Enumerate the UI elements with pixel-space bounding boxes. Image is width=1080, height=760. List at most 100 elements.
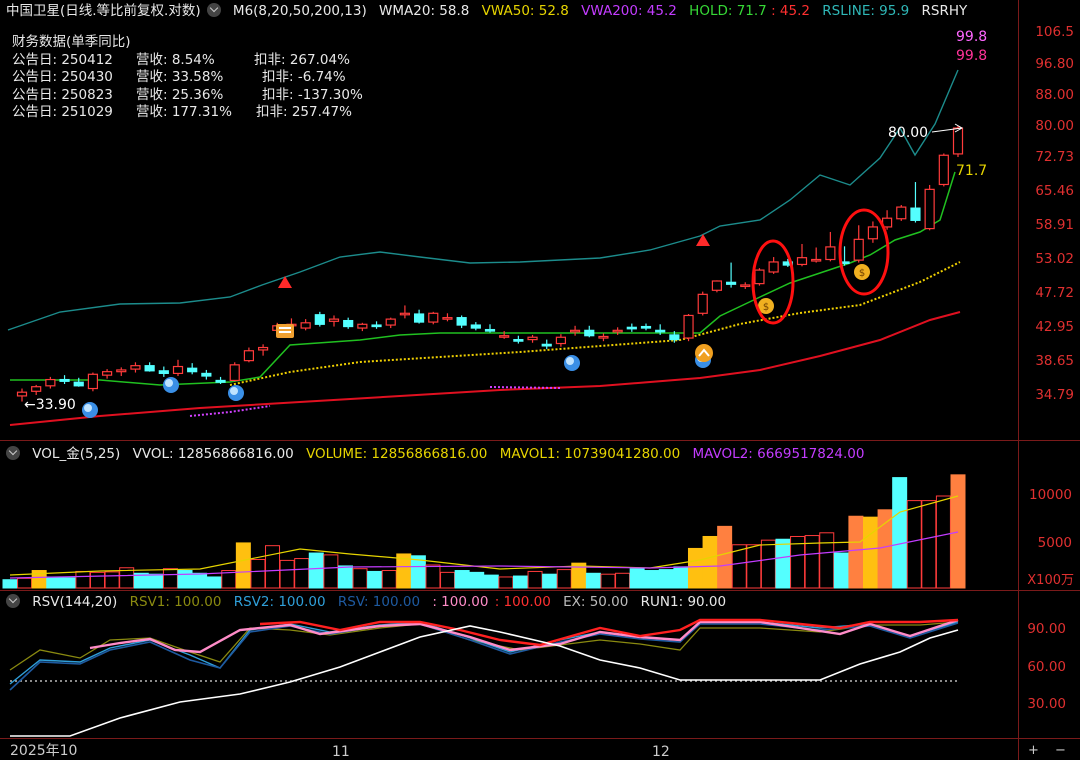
- candle: [243, 347, 255, 363]
- candle: [924, 184, 935, 231]
- red-triangle-icon: [278, 276, 292, 288]
- candle: [811, 247, 822, 263]
- volume-bar: [906, 500, 922, 589]
- candlesticks: [16, 126, 964, 402]
- candle: [456, 315, 467, 329]
- volume-bar: [498, 576, 514, 589]
- volume-bar: [294, 558, 310, 589]
- rs-top-label-1: 99.8: [956, 29, 988, 45]
- rsv-pink-line: [89, 618, 959, 654]
- candle: [527, 334, 538, 343]
- candle: [144, 362, 155, 372]
- candle-body: [187, 367, 198, 373]
- candle-body: [796, 257, 808, 266]
- candle-body: [910, 207, 921, 221]
- rs-line: [7, 69, 959, 331]
- volume-bar: [235, 542, 251, 589]
- svg-text:$: $: [859, 268, 865, 279]
- stock-chart-canvas[interactable]: $$: [0, 0, 1080, 760]
- candle-body: [499, 335, 510, 338]
- candle-body: [45, 378, 56, 387]
- candle-body: [144, 365, 155, 372]
- red-triangle-icon: [696, 234, 710, 246]
- candle-body: [385, 318, 396, 326]
- volume-bar: [921, 500, 937, 589]
- candle-body: [853, 238, 864, 261]
- candle: [385, 317, 396, 329]
- candle: [130, 362, 141, 373]
- candle-body: [896, 206, 907, 220]
- candle-body: [697, 293, 708, 314]
- volume-bar: [833, 552, 849, 589]
- candle: [484, 324, 496, 333]
- volume-bar: [17, 577, 33, 589]
- candle-body: [343, 319, 354, 328]
- candle-body: [399, 312, 411, 316]
- candle-body: [130, 365, 141, 370]
- candle: [31, 384, 42, 395]
- candle: [470, 322, 481, 331]
- volume-bar: [527, 570, 543, 589]
- candle: [73, 377, 84, 387]
- candle-body: [669, 334, 680, 341]
- volume-bar: [585, 572, 601, 589]
- candle-body: [456, 317, 467, 326]
- candle-body: [740, 284, 751, 288]
- candle: [413, 309, 425, 324]
- blue-ball-icon: [163, 377, 179, 393]
- volume-bar: [90, 571, 106, 589]
- candle-body: [612, 329, 623, 333]
- candle: [428, 311, 439, 325]
- candle-body: [59, 378, 70, 382]
- candle: [598, 333, 609, 342]
- volume-bar: [2, 579, 18, 589]
- blue-ball-icon: [564, 355, 580, 371]
- volume-bar: [600, 573, 616, 589]
- candle: [399, 305, 411, 319]
- volume-bar: [658, 569, 674, 589]
- candle: [740, 282, 751, 289]
- candle-body: [328, 318, 340, 322]
- money-bag-icon: $: [854, 264, 870, 280]
- candle: [371, 321, 382, 329]
- volume-bar: [760, 539, 776, 589]
- candle: [697, 291, 708, 316]
- candle-body: [768, 261, 779, 273]
- candle: [853, 225, 864, 263]
- candle-body: [640, 325, 652, 329]
- candle: [59, 375, 70, 385]
- candle: [725, 262, 737, 288]
- volume-bar: [75, 570, 91, 589]
- candle-body: [711, 280, 723, 291]
- candle-body: [569, 329, 581, 333]
- candle: [513, 335, 524, 344]
- candle: [45, 376, 56, 389]
- candle: [569, 325, 581, 336]
- candle-body: [825, 246, 836, 261]
- candle-body: [314, 314, 325, 325]
- high-price-label: 80.00: [888, 125, 929, 141]
- highlight-ellipse: [838, 208, 890, 296]
- volume-bar: [250, 558, 266, 589]
- candle: [442, 313, 453, 322]
- volume-bar: [935, 495, 951, 589]
- candle: [158, 366, 169, 377]
- volume-bar: [192, 572, 208, 589]
- volume-bar: [148, 573, 164, 589]
- candle: [555, 334, 567, 347]
- candle-body: [229, 364, 240, 382]
- volume-bar: [746, 544, 762, 589]
- volume-bar: [819, 532, 835, 589]
- candle: [187, 363, 198, 375]
- candle-body: [867, 226, 879, 240]
- candle-body: [158, 370, 169, 375]
- candle: [101, 369, 113, 379]
- volume-bar: [687, 547, 703, 589]
- candle: [201, 369, 212, 380]
- candle-body: [484, 328, 496, 332]
- candle-body: [73, 381, 84, 387]
- volume-bar: [381, 570, 397, 589]
- candle-body: [470, 324, 481, 329]
- candle: [584, 325, 595, 338]
- candle: [229, 362, 240, 382]
